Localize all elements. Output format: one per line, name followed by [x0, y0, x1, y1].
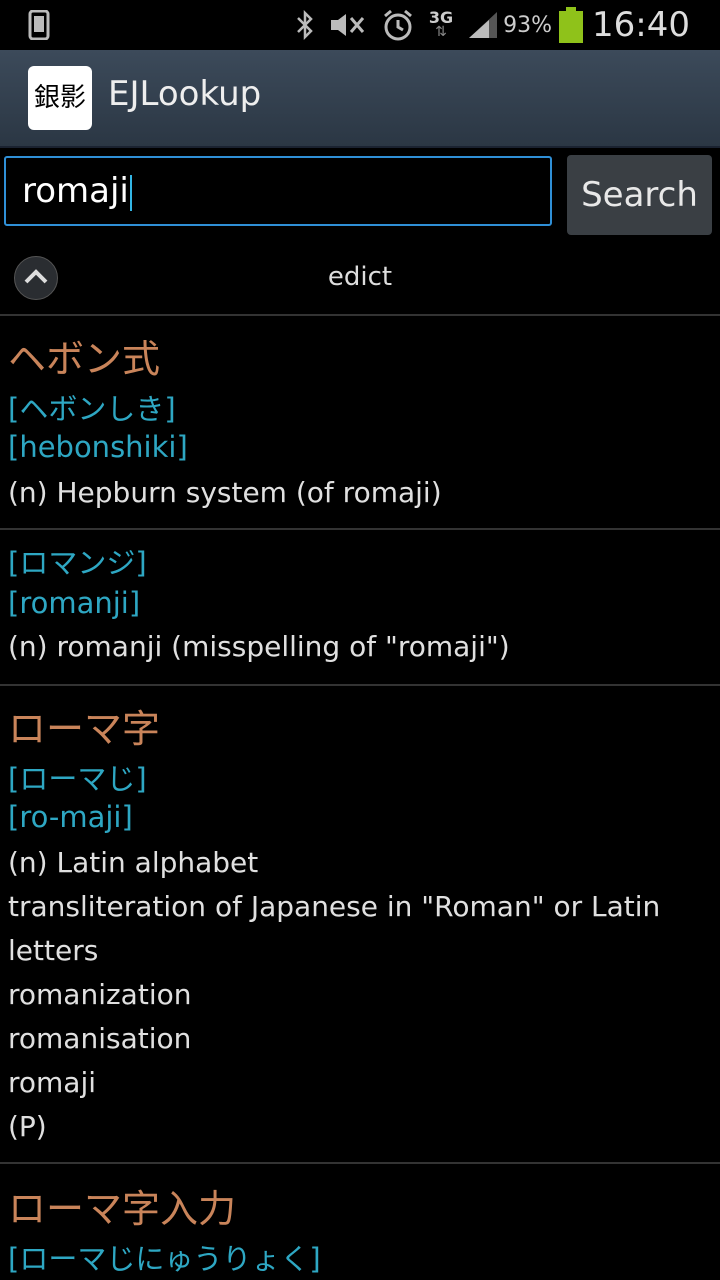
entry-kanji: ローマ字入力: [8, 1187, 237, 1231]
action-bar: 銀影 EJLookup: [0, 50, 720, 148]
entry-kanji: ヘボン式: [8, 337, 161, 381]
network-3g-icon: 3G ⇅: [428, 8, 454, 40]
search-input-value: romaji: [22, 171, 129, 211]
entry-definition: letters: [8, 934, 99, 967]
battery-percent: 93%: [503, 12, 553, 38]
list-item[interactable]: [ロマンジ] [romanji] (n) romanji (misspellin…: [0, 530, 720, 686]
alarm-icon: [383, 9, 412, 41]
search-input[interactable]: romaji: [4, 156, 552, 226]
entry-reading: [ローマじにゅうりょく]: [8, 1242, 321, 1276]
entry-romaji: [romanji]: [8, 586, 141, 620]
phone-icon: [28, 10, 50, 40]
app-title: EJLookup: [108, 74, 262, 114]
entry-kanji: ローマ字: [8, 707, 161, 751]
entry-romaji: [hebonshiki]: [8, 430, 188, 464]
entry-reading: [ローマじ]: [8, 762, 147, 796]
entry-reading: [ヘボンしき]: [8, 392, 176, 426]
clock: 16:40: [592, 5, 690, 45]
dictionary-name: edict: [327, 262, 393, 292]
text-cursor: [129, 174, 132, 211]
list-item[interactable]: ローマ字入力 [ローマじにゅうりょく]: [0, 1164, 720, 1280]
entry-definition: (n) Latin alphabet: [8, 846, 259, 879]
entry-definition: (n) romanji (misspelling of "romaji"): [8, 630, 510, 663]
bluetooth-icon: [296, 10, 313, 40]
entry-definition: romanisation: [8, 1022, 192, 1055]
entry-definition: (n) Hepburn system (of romaji): [8, 476, 442, 509]
network-label: 3G: [428, 8, 454, 27]
mute-icon: [330, 14, 364, 36]
search-button[interactable]: Search: [567, 155, 712, 235]
dictionary-header[interactable]: edict: [0, 244, 720, 316]
status-bar: 3G ⇅ 93% 16:40: [0, 0, 720, 50]
entry-reading: [ロマンジ]: [8, 546, 147, 580]
entry-definition: romanization: [8, 978, 192, 1011]
entry-definition: (P): [8, 1110, 47, 1143]
entry-romaji: [ro-maji]: [8, 800, 133, 834]
entry-definition: romaji: [8, 1066, 97, 1099]
app-logo[interactable]: 銀影: [28, 66, 92, 130]
list-item[interactable]: ヘボン式 [ヘボンしき] [hebonshiki] (n) Hepburn sy…: [0, 316, 720, 530]
battery-icon: [559, 7, 584, 43]
signal-icon: [469, 12, 498, 38]
list-item[interactable]: ローマ字 [ローマじ] [ro-maji] (n) Latin alphabet…: [0, 686, 720, 1164]
entry-definition: transliteration of Japanese in "Roman" o…: [8, 890, 661, 923]
